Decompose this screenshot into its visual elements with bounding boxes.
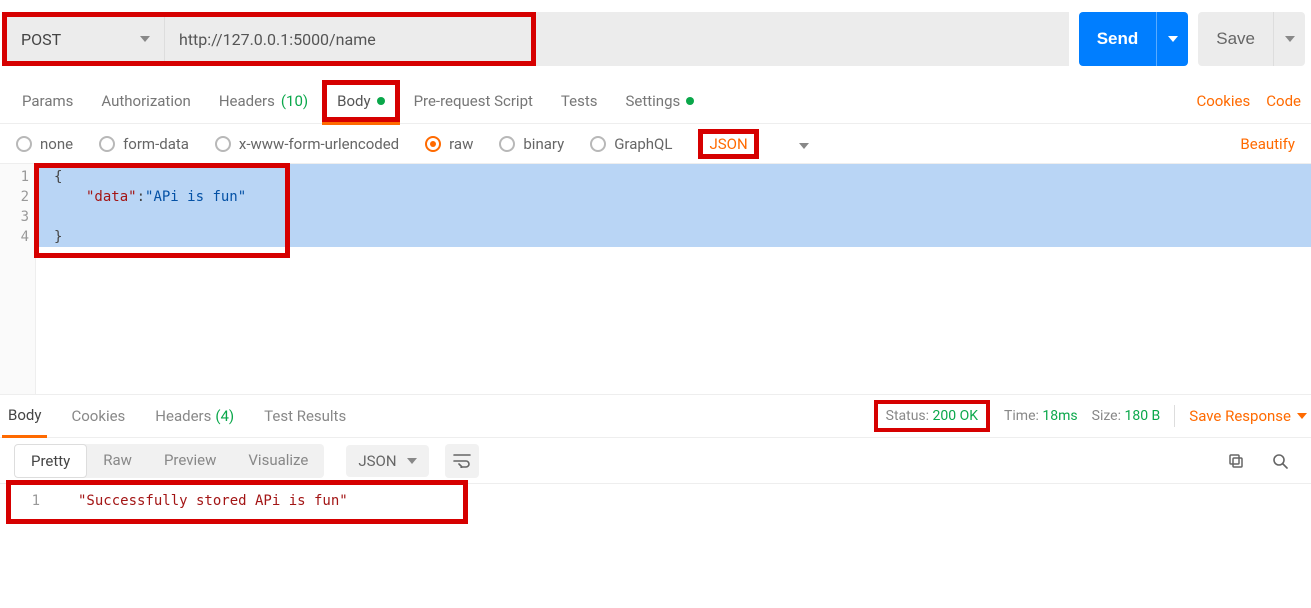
- code-line: }: [36, 227, 1311, 247]
- response-toolbar-right: [1219, 444, 1297, 478]
- editor-gutter: 1 2 3 4: [0, 164, 36, 394]
- tab-body[interactable]: Body: [322, 80, 399, 122]
- body-type-none[interactable]: none: [16, 135, 73, 153]
- view-mode-raw[interactable]: Raw: [87, 444, 148, 478]
- search-icon: [1272, 453, 1288, 469]
- tab-tests[interactable]: Tests: [547, 78, 612, 124]
- radio-icon: [215, 136, 231, 152]
- cookies-link[interactable]: Cookies: [1196, 92, 1250, 110]
- response-view-modes: Pretty Raw Preview Visualize: [14, 444, 324, 478]
- tab-headers[interactable]: Headers (10): [205, 78, 322, 124]
- search-response-button[interactable]: [1263, 444, 1297, 478]
- response-meta: Status: 200 OK Time: 18ms Size: 180 B Sa…: [874, 400, 1311, 432]
- response-time: Time: 18ms: [1004, 408, 1078, 424]
- body-type-x-www-form-urlencoded[interactable]: x-www-form-urlencoded: [215, 135, 399, 153]
- copy-icon: [1228, 453, 1244, 469]
- radio-icon: [499, 136, 515, 152]
- raw-format-dropdown[interactable]: JSON: [698, 129, 758, 159]
- caret-down-icon: [407, 458, 417, 464]
- save-button-group: Save: [1198, 12, 1305, 66]
- view-mode-pretty[interactable]: Pretty: [14, 444, 87, 478]
- copy-response-button[interactable]: [1219, 444, 1253, 478]
- view-mode-preview[interactable]: Preview: [148, 444, 232, 478]
- caret-down-icon: [1297, 413, 1307, 419]
- response-headers-count: (4): [215, 407, 234, 425]
- radio-icon: [425, 136, 441, 152]
- code-line: [36, 207, 1311, 227]
- send-button-group: Send: [1079, 12, 1189, 66]
- body-type-graphql[interactable]: GraphQL: [590, 135, 672, 153]
- response-status: Status: 200 OK: [874, 400, 990, 432]
- http-method-value: POST: [21, 30, 61, 49]
- response-tab-cookies[interactable]: Cookies: [65, 394, 131, 438]
- green-dot-icon: [377, 97, 385, 105]
- code-line: {: [36, 167, 1311, 187]
- save-more-button[interactable]: [1273, 12, 1305, 66]
- response-body: 1 "Successfully stored APi is fun": [0, 484, 1311, 532]
- request-row: POST http://127.0.0.1:5000/name Send Sav…: [0, 0, 1311, 78]
- body-type-raw[interactable]: raw: [425, 135, 473, 153]
- response-toolbar: Pretty Raw Preview Visualize JSON: [0, 438, 1311, 484]
- response-tab-body[interactable]: Body: [2, 394, 47, 438]
- caret-down-icon[interactable]: [799, 135, 809, 153]
- beautify-link[interactable]: Beautify: [1240, 135, 1295, 153]
- response-line: "Successfully stored APi is fun": [78, 490, 348, 512]
- divider: [1174, 405, 1175, 427]
- request-body-editor[interactable]: 1 2 3 4 { "data":"APi is fun" }: [0, 164, 1311, 394]
- editor-content[interactable]: { "data":"APi is fun" }: [36, 164, 1311, 247]
- request-tabs: Params Authorization Headers (10) Body P…: [0, 78, 1311, 124]
- radio-icon: [590, 136, 606, 152]
- tabs-right-links: Cookies Code: [1196, 92, 1303, 110]
- send-more-button[interactable]: [1156, 12, 1188, 66]
- caret-down-icon: [1168, 36, 1178, 42]
- response-size: Size: 180 B: [1092, 408, 1161, 424]
- tab-authorization[interactable]: Authorization: [87, 78, 204, 124]
- caret-down-icon: [140, 36, 150, 42]
- code-link[interactable]: Code: [1266, 92, 1301, 110]
- response-tab-headers[interactable]: Headers(4): [149, 394, 240, 438]
- wrap-lines-button[interactable]: [445, 444, 479, 478]
- body-type-row: none form-data x-www-form-urlencoded raw…: [0, 124, 1311, 164]
- body-type-binary[interactable]: binary: [499, 135, 564, 153]
- request-url-value: http://127.0.0.1:5000/name: [179, 30, 376, 49]
- tab-prerequest-script[interactable]: Pre-request Script: [400, 78, 547, 124]
- url-input-extension[interactable]: [536, 12, 1069, 66]
- response-tab-test-results[interactable]: Test Results: [258, 394, 352, 438]
- save-response-button[interactable]: Save Response: [1189, 407, 1307, 425]
- tab-settings[interactable]: Settings: [611, 78, 708, 124]
- body-type-form-data[interactable]: form-data: [99, 135, 189, 153]
- response-tabs: Body Cookies Headers(4) Test Results Sta…: [0, 394, 1311, 438]
- http-method-select[interactable]: POST: [7, 17, 165, 61]
- save-button[interactable]: Save: [1198, 12, 1273, 66]
- response-format-dropdown[interactable]: JSON: [346, 445, 428, 477]
- radio-icon: [16, 136, 32, 152]
- request-url-input[interactable]: http://127.0.0.1:5000/name: [165, 17, 531, 61]
- wrap-icon: [453, 454, 471, 468]
- headers-count: (10): [281, 92, 308, 110]
- tab-params[interactable]: Params: [8, 78, 87, 124]
- send-button[interactable]: Send: [1079, 12, 1157, 66]
- radio-icon: [99, 136, 115, 152]
- view-mode-visualize[interactable]: Visualize: [232, 444, 324, 478]
- caret-down-icon: [1285, 36, 1295, 42]
- code-line: "data":"APi is fun": [36, 187, 1311, 207]
- response-gutter: 1: [0, 484, 60, 532]
- method-url-highlight: POST http://127.0.0.1:5000/name: [2, 12, 536, 66]
- green-dot-icon: [686, 97, 694, 105]
